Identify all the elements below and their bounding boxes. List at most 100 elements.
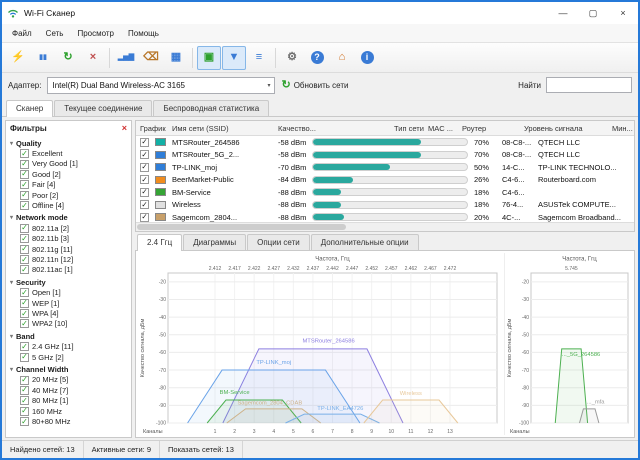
details-button[interactable]: ≡ <box>247 46 271 70</box>
column-header[interactable]: Уровень сигнала <box>524 124 583 133</box>
filter-item-network-mode[interactable]: ✓802.11a [2] <box>8 223 129 233</box>
checkbox-icon[interactable]: ✓ <box>20 255 29 264</box>
filter-item-network-mode[interactable]: ✓802.11n [12] <box>8 254 129 264</box>
chart-tab-band-2-4ghz[interactable]: 2.4 Ггц <box>137 234 182 251</box>
checkbox-icon[interactable]: ✓ <box>20 309 29 318</box>
close-filter-icon[interactable]: × <box>122 124 127 133</box>
chart-tab-additional-options[interactable]: Дополнительные опции <box>311 234 419 250</box>
checkbox-icon[interactable]: ✓ <box>20 149 29 158</box>
filter-group-quality[interactable]: ▾Quality <box>8 136 129 149</box>
filter-item-band[interactable]: ✓2.4 GHz [11] <box>8 342 129 352</box>
filter-group-band[interactable]: ▾Band <box>8 329 129 342</box>
row-checkbox[interactable]: ✓ <box>140 213 149 222</box>
scan-button[interactable]: ⚡ <box>6 46 30 70</box>
home-button[interactable]: ⌂ <box>330 46 354 70</box>
scrollbar-thumb[interactable] <box>137 224 346 230</box>
adapter-select[interactable]: Intel(R) Dual Band Wireless-AC 3165 ▾ <box>47 77 275 94</box>
filter-item-quality[interactable]: ✓Fair [4] <box>8 180 129 190</box>
filter-item-quality[interactable]: ✓Good [2] <box>8 169 129 179</box>
filter-group-channel-width[interactable]: ▾Channel Width <box>8 362 129 375</box>
menu-item-network[interactable]: Сеть <box>39 27 71 40</box>
checkbox-icon[interactable]: ✓ <box>20 265 29 274</box>
minimize-button[interactable]: — <box>548 2 578 24</box>
filter-item-channel-width[interactable]: ✓80 MHz [1] <box>8 396 129 406</box>
table-row[interactable]: ✓BeerMarket-Public-84 dBm26%C4-6...Route… <box>136 174 634 187</box>
tab-current-connection[interactable]: Текущее соединение <box>54 100 152 116</box>
filter-item-network-mode[interactable]: ✓802.11g [11] <box>8 244 129 254</box>
checkbox-icon[interactable]: ✓ <box>20 376 29 385</box>
checkbox-icon[interactable]: ✓ <box>20 386 29 395</box>
filter-item-quality[interactable]: ✓Very Good [1] <box>8 159 129 169</box>
checkbox-icon[interactable]: ✓ <box>20 201 29 210</box>
checkbox-icon[interactable]: ✓ <box>20 299 29 308</box>
menu-item-file[interactable]: Файл <box>5 27 39 40</box>
checkbox-icon[interactable]: ✓ <box>20 224 29 233</box>
menu-item-help[interactable]: Помощь <box>121 27 166 40</box>
table-row[interactable]: ✓Wireless-88 dBm18%76-4...ASUSTek COMPUT… <box>136 199 634 212</box>
filter-item-security[interactable]: ✓WPA [4] <box>8 308 129 318</box>
search-input[interactable] <box>546 77 632 93</box>
tab-wireless-statistics[interactable]: Беспроводная статистика <box>153 100 269 116</box>
tab-scanner[interactable]: Сканер <box>6 100 53 117</box>
checkbox-icon[interactable]: ✓ <box>20 234 29 243</box>
checkbox-icon[interactable]: ✓ <box>20 396 29 405</box>
checkbox-icon[interactable]: ✓ <box>20 319 29 328</box>
checkbox-icon[interactable]: ✓ <box>20 407 29 416</box>
menu-item-view[interactable]: Просмотр <box>70 27 121 40</box>
row-checkbox[interactable]: ✓ <box>140 163 149 172</box>
checkbox-icon[interactable]: ✓ <box>20 245 29 254</box>
row-checkbox[interactable]: ✓ <box>140 175 149 184</box>
checkbox-icon[interactable]: ✓ <box>20 180 29 189</box>
filter-item-security[interactable]: ✓WEP [1] <box>8 298 129 308</box>
filter-item-channel-width[interactable]: ✓160 MHz <box>8 406 129 416</box>
column-header[interactable]: Тип сети <box>394 124 424 133</box>
column-header[interactable]: Имя сети (SSID) <box>172 124 229 133</box>
filter-item-network-mode[interactable]: ✓802.11b [3] <box>8 234 129 244</box>
column-header[interactable]: MAC ... <box>428 124 453 133</box>
networks-button[interactable]: ▣ <box>197 46 221 70</box>
maximize-button[interactable]: ▢ <box>578 2 608 24</box>
clean-button[interactable]: ⌫ <box>139 46 163 70</box>
close-button[interactable]: × <box>608 2 638 24</box>
refresh-button[interactable]: ↻ <box>56 46 80 70</box>
settings-button[interactable]: ⚙ <box>280 46 304 70</box>
filter-item-quality[interactable]: ✓Offline [4] <box>8 200 129 210</box>
help-button[interactable]: ? <box>305 46 329 70</box>
filter-item-quality[interactable]: ✓Poor [2] <box>8 190 129 200</box>
filter-item-network-mode[interactable]: ✓802.11ac [1] <box>8 265 129 275</box>
pause-button[interactable]: ▮▮ <box>31 46 55 70</box>
filter-item-channel-width[interactable]: ✓40 MHz [7] <box>8 385 129 395</box>
filter-item-channel-width[interactable]: ✓80+80 MHz <box>8 416 129 426</box>
column-header[interactable]: График <box>140 124 166 133</box>
filter-item-security[interactable]: ✓Open [1] <box>8 288 129 298</box>
delete-button[interactable]: × <box>81 46 105 70</box>
row-checkbox[interactable]: ✓ <box>140 150 149 159</box>
table-row[interactable]: ✓BM-Service-88 dBm18%C4-6... <box>136 186 634 199</box>
filter-item-quality[interactable]: ✓Excellent <box>8 149 129 159</box>
column-header[interactable]: Роутер <box>462 124 486 133</box>
row-checkbox[interactable]: ✓ <box>140 200 149 209</box>
row-checkbox[interactable]: ✓ <box>140 138 149 147</box>
filter-group-security[interactable]: ▾Security <box>8 275 129 288</box>
table-row[interactable]: ✓MTSRouter_264586-58 dBm70%08-C8-...QTEC… <box>136 136 634 149</box>
checkbox-icon[interactable]: ✓ <box>20 288 29 297</box>
checkbox-icon[interactable]: ✓ <box>20 170 29 179</box>
horizontal-scrollbar[interactable] <box>136 222 634 231</box>
filter-button[interactable]: ▼ <box>222 46 246 70</box>
chart-tab-diagrams[interactable]: Диаграммы <box>183 234 246 250</box>
chart-button[interactable]: ▂▅▇ <box>114 46 138 70</box>
column-header[interactable]: Качество... <box>278 124 316 133</box>
about-button[interactable]: i <box>355 46 379 70</box>
filter-group-network-mode[interactable]: ▾Network mode <box>8 211 129 224</box>
filter-item-band[interactable]: ✓5 GHz [2] <box>8 352 129 362</box>
column-header[interactable]: Мин... <box>612 124 633 133</box>
filter-item-security[interactable]: ✓WPA2 [10] <box>8 319 129 329</box>
checkbox-icon[interactable]: ✓ <box>20 342 29 351</box>
row-checkbox[interactable]: ✓ <box>140 188 149 197</box>
checkbox-icon[interactable]: ✓ <box>20 417 29 426</box>
checkbox-icon[interactable]: ✓ <box>20 353 29 362</box>
table-row[interactable]: ✓TP-LINK_moj-70 dBm50%14-C...TP-LINK TEC… <box>136 161 634 174</box>
filter-item-channel-width[interactable]: ✓20 MHz [5] <box>8 375 129 385</box>
chart-tab-network-options[interactable]: Опции сети <box>247 234 310 250</box>
report-button[interactable]: ▦ <box>164 46 188 70</box>
